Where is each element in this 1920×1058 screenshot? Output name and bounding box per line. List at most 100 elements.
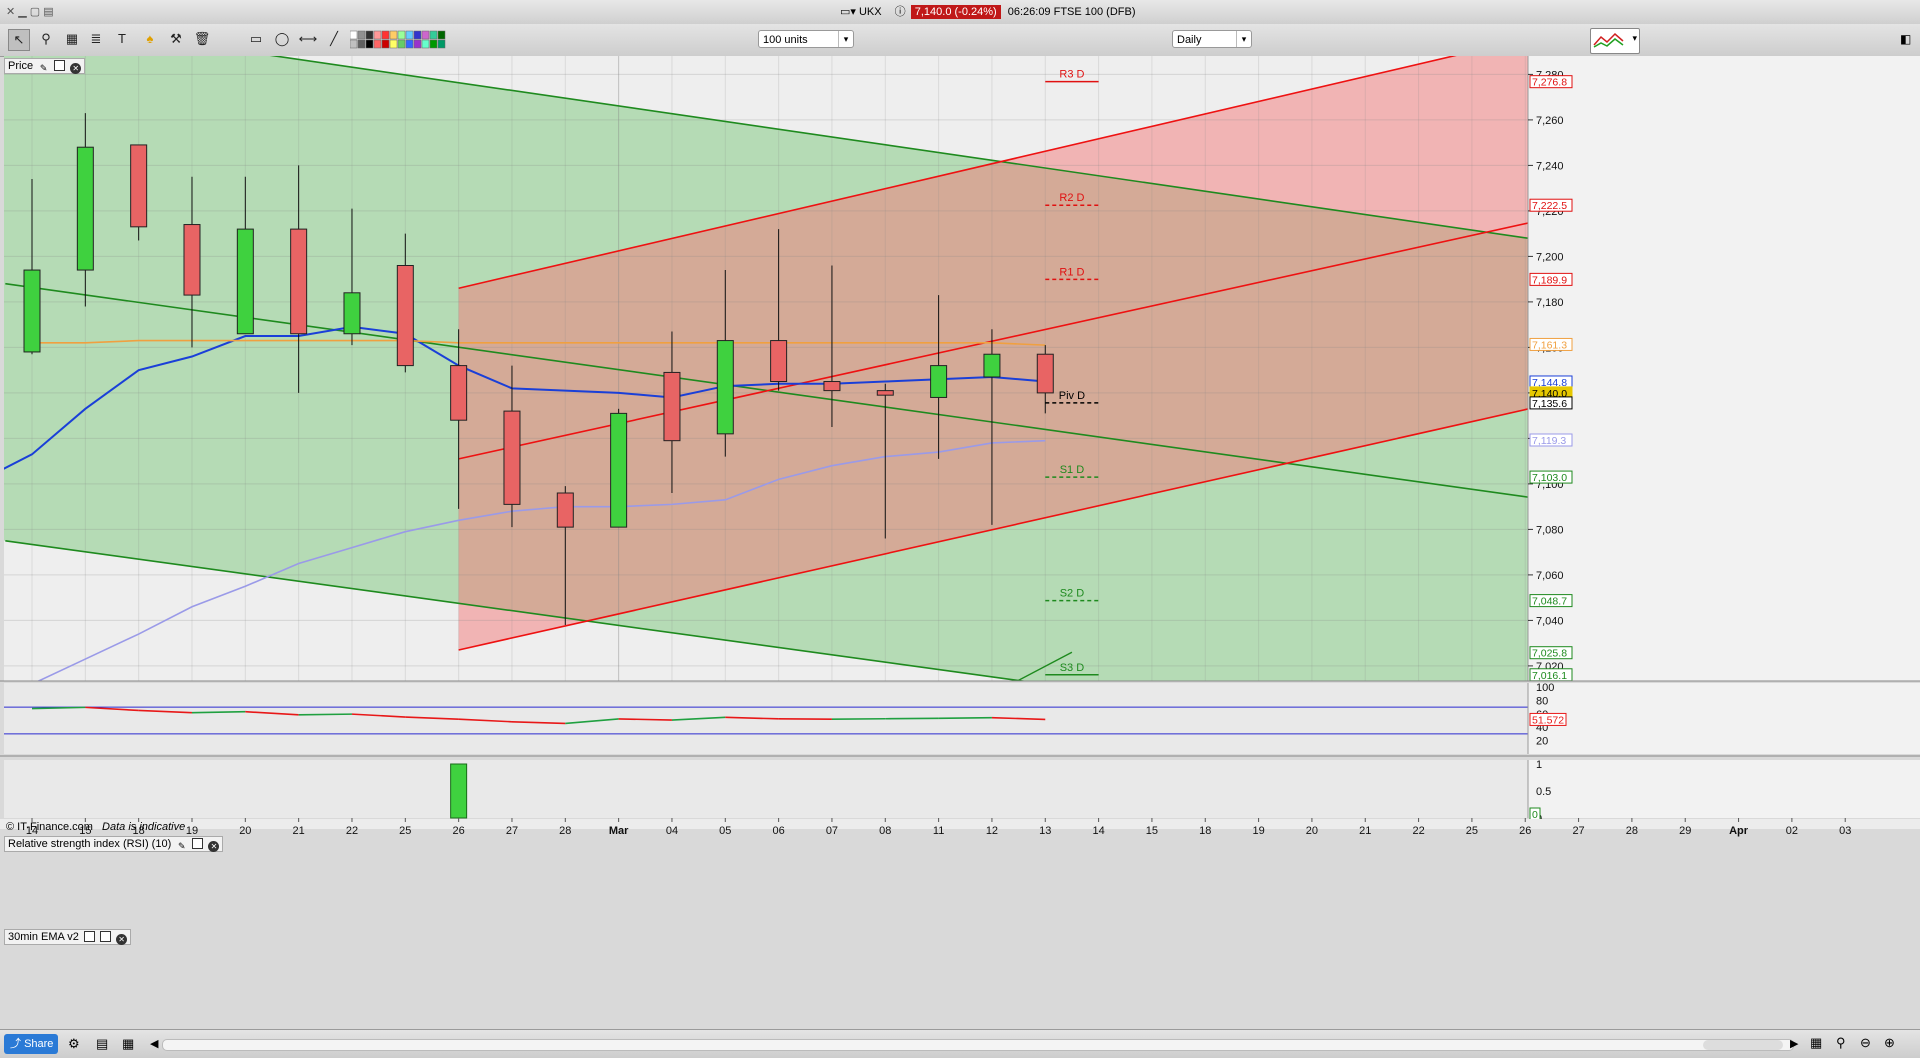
scrollbar-thumb[interactable] — [1703, 1040, 1783, 1050]
x-tick-label: 22 — [1412, 825, 1424, 837]
zoom-out-icon[interactable]: ⊖ — [1860, 1035, 1871, 1051]
text-tool-icon[interactable]: T — [112, 29, 132, 49]
window-icon[interactable] — [84, 931, 95, 942]
rectangle-tool-icon[interactable]: ▭ — [246, 29, 266, 49]
color-swatch — [390, 31, 397, 39]
rsi-tick-label: 20 — [1536, 736, 1548, 748]
window-icon[interactable] — [100, 931, 111, 942]
chart-settings-icon[interactable]: ▦ — [1810, 1035, 1822, 1051]
period-select[interactable]: Daily ▾ — [1172, 30, 1252, 48]
trash-icon[interactable]: 🗑 — [192, 29, 212, 49]
x-tick-label: 04 — [666, 825, 678, 837]
x-tick-label: 21 — [1359, 825, 1371, 837]
chevron-down-icon: ▾ — [1632, 33, 1637, 44]
title-center: ▭▾ UKX ⓘ 7,140.0 (-0.24%) 06:26:09 FTSE … — [840, 4, 1136, 20]
ellipse-tool-icon[interactable]: ◯ — [272, 29, 292, 49]
price-panel-label: Price — [8, 60, 33, 72]
share-button[interactable]: ⤴ Share — [4, 1034, 58, 1054]
x-tick-label: 27 — [1572, 825, 1584, 837]
scroll-left-icon[interactable]: ◀ — [150, 1037, 158, 1050]
alert-bell-icon[interactable]: ♠ — [140, 29, 160, 49]
ema-bar — [451, 764, 467, 818]
zoom-tool-icon[interactable]: ⚲ — [36, 29, 56, 49]
bottom-bar: ⤴ Share ⚙ ▤ ▦ ◀ ▶ ▦ ⚲ ⊖ ⊕ — [0, 1029, 1920, 1058]
zoom-in-icon[interactable]: ⊕ — [1884, 1035, 1895, 1051]
close-icon[interactable]: ✕ — [70, 63, 81, 74]
color-swatch — [374, 40, 381, 48]
grid-icon[interactable]: ▦ — [122, 1036, 134, 1052]
sidebar-toggle-icon[interactable]: ◧ — [1900, 32, 1911, 46]
color-swatch — [358, 40, 365, 48]
x-tick-label: 11 — [933, 825, 944, 837]
window-controls[interactable]: ✕ ▁ ▢ ▤ — [6, 5, 54, 18]
rsi-tick-label: 80 — [1536, 695, 1548, 707]
color-swatch — [390, 40, 397, 48]
fibonacci-tool-icon[interactable]: ≣ — [86, 29, 106, 49]
x-tick-label: 14 — [1092, 825, 1104, 837]
x-tick-label: Apr — [1729, 825, 1749, 837]
window-icon[interactable] — [192, 838, 203, 849]
color-swatch — [382, 31, 389, 39]
rsi-axis-bg — [1528, 683, 1920, 754]
trendline-tool-icon[interactable]: ╱ — [324, 29, 344, 49]
wrench-icon[interactable]: ✎ — [176, 841, 187, 852]
candle-body — [24, 270, 40, 352]
rsi-line-segment — [192, 712, 245, 713]
info-icon[interactable]: ⓘ — [895, 6, 906, 18]
x-tick-label: 21 — [293, 825, 305, 837]
indicator-tool-icon[interactable]: ▦ — [62, 29, 82, 49]
candle-body — [611, 413, 627, 527]
candle-body — [77, 147, 93, 270]
window-icon[interactable] — [54, 60, 65, 71]
toolbar: ↖ ⚲ ▦ ≣ T ♠ ⚒ 🗑 ▭ ◯ ⟷ ╱ 100 units ▾ Dail… — [0, 24, 1920, 57]
candle-body — [397, 266, 413, 366]
price-badge: 7,140.0 (-0.24%) — [911, 5, 1001, 19]
price-badge-label: 7,161.3 — [1532, 339, 1567, 351]
candle-body — [237, 229, 253, 334]
color-swatch — [382, 40, 389, 48]
color-swatch — [430, 31, 437, 39]
candle-body — [877, 391, 893, 396]
ema-panel: 10.500 — [4, 759, 1920, 825]
x-tick-label: 26 — [453, 825, 465, 837]
scroll-right-icon[interactable]: ▶ — [1790, 1037, 1798, 1050]
zoom-fit-icon[interactable]: ⚲ — [1836, 1035, 1846, 1051]
horizontal-line-tool-icon[interactable]: ⟷ — [298, 29, 318, 49]
period-select-value: Daily — [1177, 34, 1201, 46]
indicative-text: Data is indicative — [102, 821, 185, 833]
x-tick-label: 25 — [399, 825, 411, 837]
color-swatch — [430, 40, 437, 48]
color-swatch — [438, 31, 445, 39]
x-tick-label: 08 — [879, 825, 891, 837]
pointer-tool-icon[interactable]: ↖ — [8, 29, 30, 51]
chart-area[interactable]: R3 DR2 DR1 DPiv DS1 DS2 DS3 D7,0207,0407… — [0, 56, 1920, 1029]
horizontal-scrollbar[interactable] — [162, 1039, 1794, 1051]
candle-body — [131, 145, 147, 227]
x-axis: 1415181920212225262728Mar040506070811121… — [0, 818, 1920, 837]
x-tick-label: 20 — [1306, 825, 1318, 837]
close-icon[interactable]: ✕ — [208, 841, 219, 852]
color-swatch — [438, 40, 445, 48]
chart-type-button[interactable]: ▾ — [1590, 28, 1640, 54]
x-tick-label: 12 — [986, 825, 998, 837]
candle-body — [1037, 354, 1053, 393]
close-icon[interactable]: ✕ — [116, 934, 127, 945]
rsi-panel: 2040608010051.572 — [0, 682, 1920, 756]
price-badge-label: 7,048.7 — [1532, 596, 1567, 608]
ema-tick-label: 1 — [1536, 759, 1542, 771]
x-tick-label: 03 — [1839, 825, 1851, 837]
wrench-icon[interactable]: ✎ — [38, 63, 49, 74]
title-bar: ✕ ▁ ▢ ▤ ▭▾ UKX ⓘ 7,140.0 (-0.24%) 06:26:… — [0, 0, 1920, 25]
ema-tick-label: 0.5 — [1536, 786, 1551, 798]
price-badge-label: 7,025.8 — [1532, 648, 1567, 660]
color-swatches[interactable] — [350, 30, 502, 50]
table-icon[interactable]: ▤ — [96, 1036, 108, 1052]
price-badge-label: 7,119.3 — [1532, 435, 1566, 447]
y-tick-label: 7,040 — [1536, 615, 1564, 627]
settings-icon[interactable]: ⚙ — [68, 1036, 80, 1052]
x-tick-label: 13 — [1039, 825, 1051, 837]
color-palette[interactable] — [350, 30, 502, 50]
x-tick-label: 18 — [1199, 825, 1211, 837]
units-select[interactable]: 100 units ▾ — [758, 30, 854, 48]
hammer-tool-icon[interactable]: ⚒ — [166, 29, 186, 49]
